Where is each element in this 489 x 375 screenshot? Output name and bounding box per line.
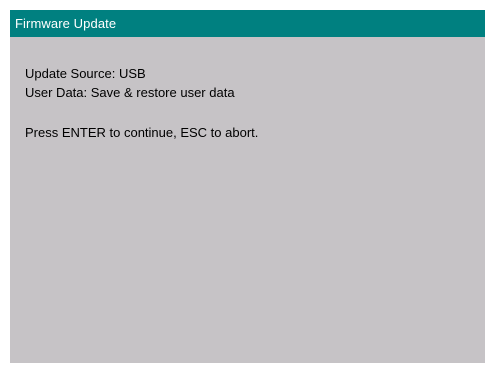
title-bar: Firmware Update	[10, 10, 485, 37]
instruction-text: Press ENTER to continue, ESC to abort.	[25, 125, 259, 140]
update-info-panel: Update Source: USB User Data: Save & res…	[25, 64, 475, 142]
window-title: Firmware Update	[15, 16, 117, 31]
user-data-text: User Data: Save & restore user data	[25, 85, 235, 100]
firmware-update-window: Firmware Update Update Source: USB User …	[10, 10, 485, 363]
update-source-text: Update Source: USB	[25, 66, 146, 81]
